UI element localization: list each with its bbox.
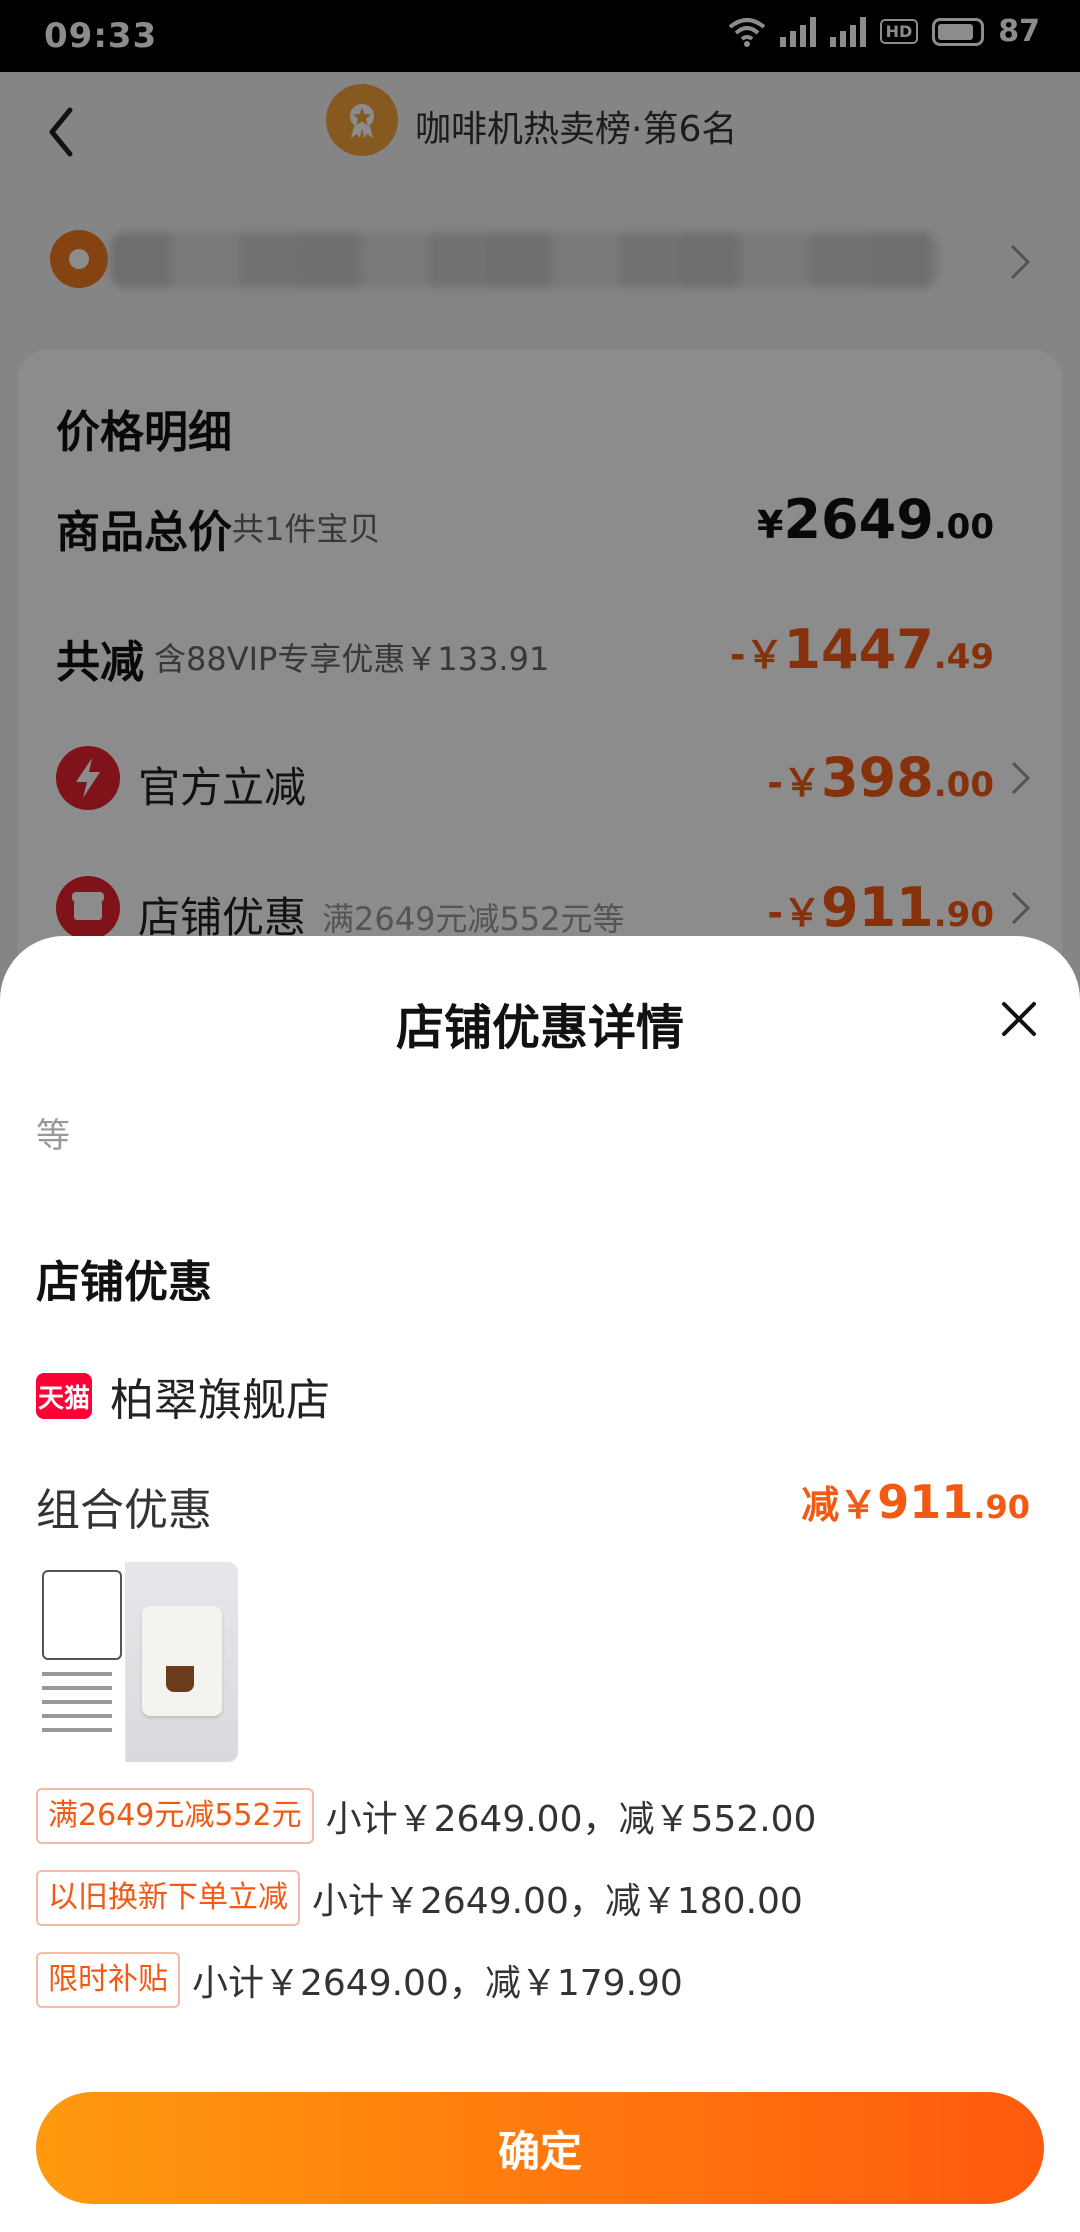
section-title: 店铺优惠 — [36, 1257, 212, 1308]
confirm-button[interactable]: 确定 — [36, 2092, 1044, 2204]
combo-label: 组合优惠 — [36, 1485, 212, 1536]
promo-text: 小计￥2649.00，减￥180.00 — [312, 1881, 803, 1922]
promo-text: 小计￥2649.00，减￥552.00 — [325, 1799, 817, 1840]
combo-amount: 减￥911.90 — [801, 1475, 1030, 1529]
promo-tag: 以旧换新下单立减 — [36, 1870, 300, 1926]
promo-row: 满2649元减552元 小计￥2649.00，减￥552.00 — [36, 1788, 816, 1844]
shop-discount-sheet: 店铺优惠详情 等 店铺优惠 天猫 柏翠旗舰店 组合优惠 减￥911.90 满26… — [0, 936, 1080, 2232]
promo-text: 小计￥2649.00，减￥179.90 — [192, 1963, 683, 2004]
shop-row: 天猫 柏翠旗舰店 — [36, 1366, 330, 1426]
promo-row: 以旧换新下单立减 小计￥2649.00，减￥180.00 — [36, 1870, 803, 1926]
coffee-machine-image — [142, 1606, 222, 1716]
promo-tag: 限时补贴 — [36, 1952, 180, 2008]
tmall-badge: 天猫 — [36, 1373, 92, 1419]
promo-row: 限时补贴 小计￥2649.00，减￥179.90 — [36, 1952, 683, 2008]
close-icon[interactable] — [998, 998, 1040, 1040]
promo-tag: 满2649元减552元 — [36, 1788, 314, 1844]
combo-discount-row: 组合优惠 减￥911.90 — [36, 1474, 1030, 1544]
sheet-note: 等 — [36, 1116, 70, 1156]
shop-name: 柏翠旗舰店 — [110, 1375, 330, 1426]
product-thumbnail[interactable] — [36, 1562, 238, 1762]
sheet-title: 店铺优惠详情 — [395, 1000, 684, 1056]
